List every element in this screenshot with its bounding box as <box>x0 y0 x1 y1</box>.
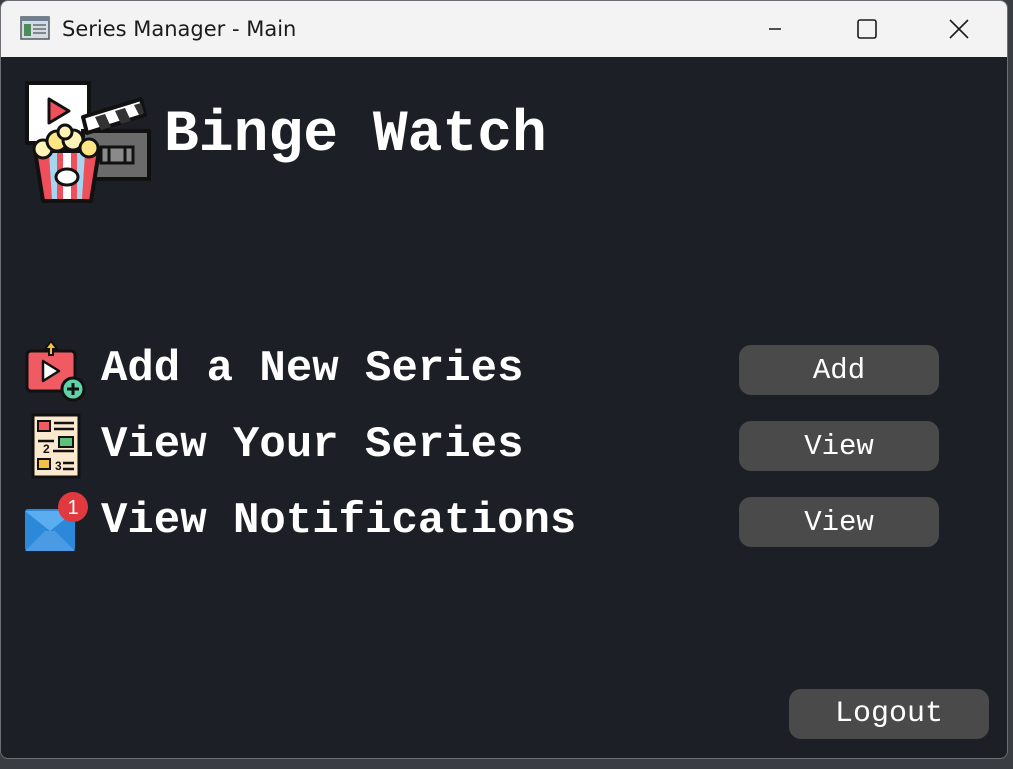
title-bar[interactable]: Series Manager - Main <box>1 1 1007 57</box>
add-video-icon <box>25 339 86 402</box>
view-notifications-label: View Notifications <box>101 496 577 546</box>
mail-notification-icon: 1 <box>25 492 88 551</box>
notification-count-badge: 1 <box>67 497 78 519</box>
maximize-icon <box>857 19 877 39</box>
minimize-button[interactable] <box>729 1 821 57</box>
clapperboard-popcorn-icon <box>25 81 151 203</box>
logout-button[interactable]: Logout <box>789 689 989 739</box>
add-series-button[interactable]: Add <box>739 345 939 395</box>
brand-title: Binge Watch <box>164 103 547 168</box>
add-series-label: Add a New Series <box>101 344 524 394</box>
close-button[interactable] <box>913 1 1005 57</box>
app-window: Series Manager - Main Binge Watch Add a … <box>0 0 1008 759</box>
svg-text:2: 2 <box>43 442 50 456</box>
view-series-label: View Your Series <box>101 420 524 470</box>
main-content: Binge Watch Add a New Series Add 2 3 Vie… <box>1 57 1007 758</box>
svg-text:3: 3 <box>55 459 62 473</box>
view-series-button[interactable]: View <box>739 421 939 471</box>
view-notifications-button[interactable]: View <box>739 497 939 547</box>
window-title: Series Manager - Main <box>62 17 297 41</box>
minimize-icon <box>769 28 781 30</box>
app-window-icon <box>20 16 50 40</box>
maximize-button[interactable] <box>821 1 913 57</box>
close-icon <box>949 19 969 39</box>
list-icon: 2 3 <box>31 413 81 479</box>
